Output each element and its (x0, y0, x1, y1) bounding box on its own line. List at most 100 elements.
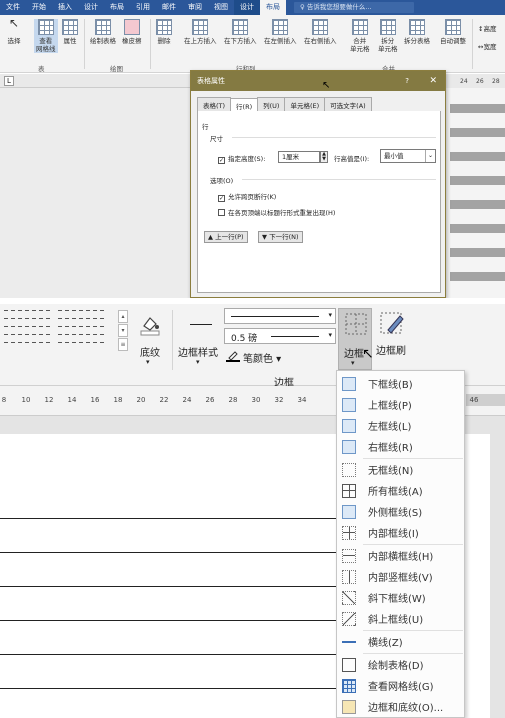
eraser-button[interactable]: 橡皮擦 (122, 19, 142, 45)
menu-item-view-gridlines[interactable]: 查看网格线(G) (337, 675, 464, 696)
row-height-select[interactable]: 最小值 ⌄ (380, 149, 436, 163)
menu-item-draw-table[interactable]: 绘制表格(D) (337, 654, 464, 675)
tab-review[interactable]: 审阅 (182, 0, 208, 15)
insert-above-icon (192, 19, 209, 35)
table-row-line (0, 518, 340, 519)
menu-item-inside-horizontal[interactable]: 内部横框线(H) (337, 545, 464, 566)
insert-below-button[interactable]: 在下方插入 (224, 19, 257, 45)
tab-design[interactable]: 设计 (78, 0, 104, 15)
row-tab-panel: 行 尺寸 ✓ 指定高度(S): 1厘米 ▲ ▼ 行高值是(I): 最小值 ⌄ 选项(O… (197, 111, 441, 293)
table-row (450, 200, 505, 209)
diagonal-up-border-icon (342, 611, 356, 626)
tab-cell[interactable]: 单元格(E) (284, 97, 326, 112)
border-painter-button[interactable]: 边框刷 (376, 342, 406, 357)
left-border-icon (342, 418, 356, 433)
close-button[interactable]: ✕ (429, 71, 437, 91)
repeat-header-checkbox[interactable]: 在各页顶端以标题行形式重复出现(H) (218, 207, 335, 217)
menu-item-right-border[interactable]: 右框线(R) (337, 436, 464, 457)
tell-me-box[interactable]: ♀ 告诉我您想要做什么... (294, 2, 414, 13)
specify-height-checkbox[interactable]: ✓ 指定高度(S): (218, 153, 265, 164)
merge-cells-icon (351, 19, 368, 35)
split-table-button[interactable]: 拆分表格 (404, 19, 430, 45)
menu-item-all-borders[interactable]: 所有框线(A) (337, 480, 464, 501)
width-field[interactable]: ↔宽度 (478, 41, 496, 51)
tab-table-layout[interactable]: 布局 (260, 0, 286, 15)
insert-right-button[interactable]: 在右侧插入 (304, 19, 337, 45)
chevron-down-icon: ▾ (328, 311, 332, 319)
autofit-button[interactable]: 自动调整 (440, 19, 466, 45)
properties-button[interactable]: 属性 (62, 19, 78, 45)
shading-bucket-icon[interactable] (138, 312, 162, 336)
menu-item-outside-borders[interactable]: 外侧框线(S) (337, 501, 464, 522)
line-style-select[interactable]: ▾ (224, 308, 336, 324)
allow-break-checkbox[interactable]: ✓ 允许跨页断行(K) (218, 191, 276, 202)
chevron-down-icon: ▾ (351, 359, 355, 367)
inside-vertical-border-icon (342, 569, 356, 584)
border-painter-icon[interactable] (380, 312, 404, 336)
tab-column[interactable]: 列(U) (257, 97, 286, 112)
height-input[interactable]: 1厘米 (278, 151, 320, 163)
tab-table[interactable]: 表格(T) (197, 97, 232, 112)
insert-left-button[interactable]: 在左侧插入 (264, 19, 297, 45)
checkbox-unchecked-icon (218, 209, 225, 216)
height-field[interactable]: ↕高度 (478, 23, 496, 33)
pen-color-icon[interactable] (226, 350, 240, 362)
inside-horizontal-border-icon (342, 548, 356, 563)
tab-stop-icon[interactable]: L (4, 76, 14, 86)
tab-view[interactable]: 视图 (208, 0, 234, 15)
menu-item-inside-borders[interactable]: 内部框线(I) (337, 522, 464, 543)
help-button[interactable]: ? (405, 71, 409, 91)
select-button[interactable]: ↖ 选择 (6, 17, 22, 45)
tab-insert[interactable]: 插入 (52, 0, 78, 15)
line-weight-select[interactable]: 0.5 磅 ▾ (224, 328, 336, 344)
table-style-thumbnail[interactable] (4, 310, 50, 350)
dialog-title: 表格属性 (197, 77, 225, 85)
all-borders-icon (342, 483, 356, 498)
draw-table-button[interactable]: 绘制表格 (90, 19, 116, 45)
menu-item-diagonal-up[interactable]: 斜上框线(U) (337, 608, 464, 629)
style-scroll-down[interactable]: ▾ (118, 324, 128, 337)
menu-item-diagonal-down[interactable]: 斜下框线(W) (337, 587, 464, 608)
pen-color-button[interactable]: 笔颜色 ▾ (243, 350, 281, 365)
tab-alt-text[interactable]: 可选文字(A) (324, 97, 372, 112)
insert-above-button[interactable]: 在上方插入 (184, 19, 217, 45)
mouse-cursor-icon: ↖ (322, 80, 331, 91)
menu-item-top-border[interactable]: 上框线(P) (337, 394, 464, 415)
menu-item-borders-and-shading[interactable]: 边框和底纹(O)... (337, 696, 464, 717)
style-scroll-up[interactable]: ▴ (118, 310, 128, 323)
shading-button[interactable]: 底纹 (140, 344, 160, 359)
bottom-border-icon (342, 376, 356, 391)
menu-item-horizontal-line[interactable]: 横线(Z) (337, 631, 464, 652)
tab-table-design[interactable]: 设计 (234, 0, 260, 15)
merge-cells-button[interactable]: 合并 单元格 (350, 19, 370, 53)
insert-right-icon (312, 19, 329, 35)
tab-file[interactable]: 文件 (0, 0, 26, 15)
split-cells-icon (379, 19, 396, 35)
split-cells-button[interactable]: 拆分 单元格 (378, 19, 398, 53)
style-more[interactable]: ≡ (118, 338, 128, 351)
table-style-thumbnail[interactable] (58, 310, 104, 350)
delete-button[interactable]: 删除 (156, 19, 172, 45)
insert-left-icon (272, 19, 289, 35)
menu-item-bottom-border[interactable]: 下框线(B) (337, 373, 464, 394)
table-row (450, 152, 505, 161)
row-height-label: 行高值是(I): (334, 155, 370, 163)
menu-item-no-border[interactable]: 无框线(N) (337, 459, 464, 480)
border-styles-button[interactable]: 边框样式 (178, 344, 218, 359)
view-gridlines-button[interactable]: 查看 网格线 (34, 19, 58, 53)
menu-item-inside-vertical[interactable]: 内部竖框线(V) (337, 566, 464, 587)
chevron-down-icon[interactable]: ▾ (146, 358, 150, 366)
menu-item-left-border[interactable]: 左框线(L) (337, 415, 464, 436)
tab-references[interactable]: 引用 (130, 0, 156, 15)
chevron-down-icon[interactable]: ▾ (196, 358, 200, 366)
dialog-title-bar[interactable]: 表格属性 ? ✕ (191, 71, 445, 91)
tab-mailings[interactable]: 邮件 (156, 0, 182, 15)
height-spinner[interactable]: ▲ ▼ (320, 151, 328, 163)
lightbulb-icon: ♀ (300, 3, 307, 11)
previous-row-button[interactable]: ▲ 上一行(P) (204, 231, 248, 243)
tab-home[interactable]: 开始 (26, 0, 52, 15)
chevron-down-icon: ⌄ (425, 150, 435, 162)
next-row-button[interactable]: ▼ 下一行(N) (258, 231, 303, 243)
tab-layout[interactable]: 布局 (104, 0, 130, 15)
group-draw-label: 绘图 (110, 65, 123, 73)
